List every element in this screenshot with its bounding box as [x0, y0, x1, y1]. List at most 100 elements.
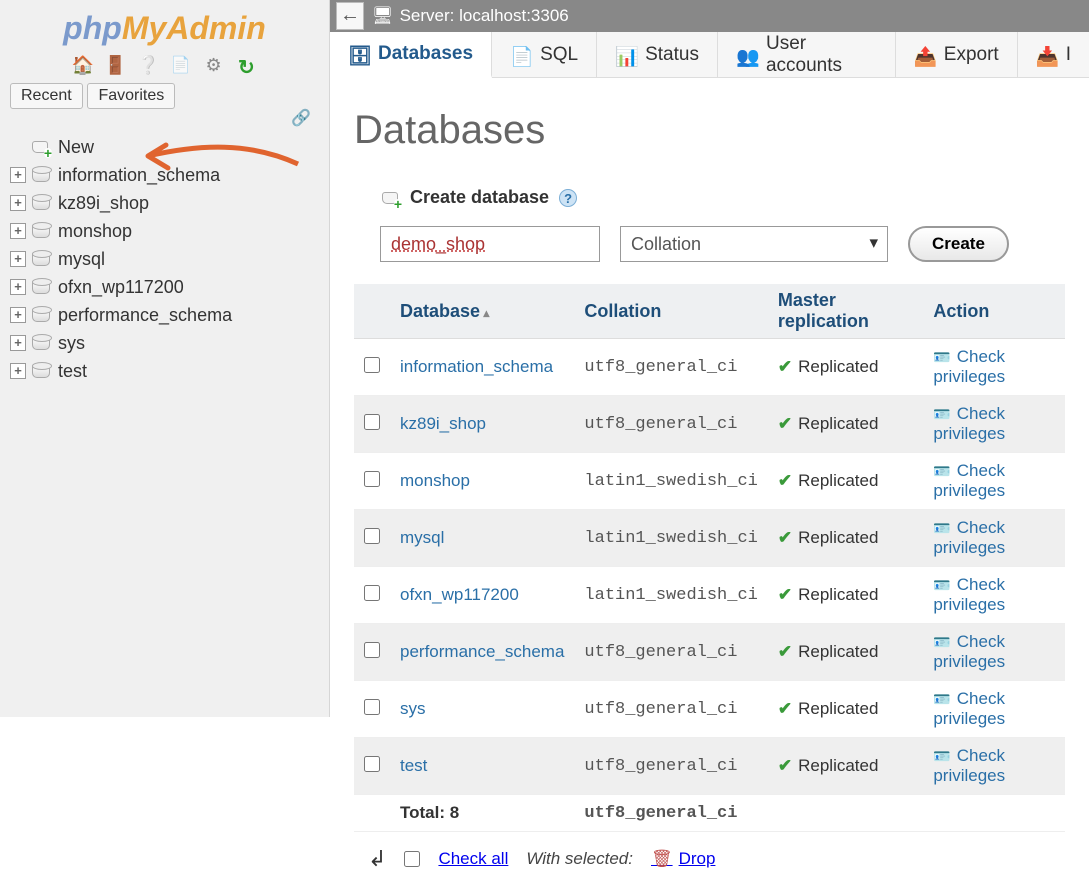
help-icon[interactable]	[137, 55, 159, 77]
check-icon: ✔	[778, 357, 792, 376]
table-row: ofxn_wp117200latin1_swedish_ci✔Replicate…	[354, 567, 1065, 624]
tree-item-label: test	[58, 361, 87, 382]
check-privileges-link[interactable]: Check privileges	[933, 746, 1005, 785]
database-link[interactable]: performance_schema	[400, 642, 564, 661]
tab-sql-label: SQL	[540, 44, 578, 66]
row-replication: ✔Replicated	[768, 567, 923, 624]
privileges-icon	[933, 689, 956, 708]
logo-part1: php	[63, 10, 122, 46]
link-icon[interactable]: 🔗	[291, 108, 311, 128]
expand-icon[interactable]: +	[10, 223, 26, 239]
tree-item[interactable]: + test	[10, 357, 329, 385]
database-link[interactable]: kz89i_shop	[400, 414, 486, 433]
database-icon	[32, 224, 50, 238]
logout-icon[interactable]	[104, 55, 126, 77]
sort-asc-icon	[480, 301, 489, 321]
check-icon: ✔	[778, 471, 792, 490]
help-icon[interactable]: ?	[559, 189, 577, 207]
check-all-link[interactable]: Check all	[438, 849, 508, 869]
table-row: monshoplatin1_swedish_ci✔ReplicatedCheck…	[354, 453, 1065, 510]
tab-sql[interactable]: SQL	[492, 32, 597, 77]
sidebar-tabs: Recent Favorites	[10, 83, 319, 109]
tab-recent[interactable]: Recent	[10, 83, 83, 109]
row-checkbox[interactable]	[364, 471, 380, 487]
database-link[interactable]: monshop	[400, 471, 470, 490]
tree-item[interactable]: +mysql	[10, 245, 329, 273]
tree-item[interactable]: +information_schema	[10, 161, 329, 189]
check-icon: ✔	[778, 642, 792, 661]
new-database-icon	[32, 138, 50, 156]
tree-item[interactable]: +monshop	[10, 217, 329, 245]
tree-item-label: kz89i_shop	[58, 193, 149, 214]
sql-icon	[510, 45, 530, 65]
tree-item[interactable]: +performance_schema	[10, 301, 329, 329]
check-privileges-link[interactable]: Check privileges	[933, 632, 1005, 671]
settings-icon[interactable]	[203, 55, 225, 77]
check-privileges-link[interactable]: Check privileges	[933, 461, 1005, 500]
col-collation[interactable]: Collation	[574, 284, 767, 339]
expand-icon[interactable]: +	[10, 251, 26, 267]
check-privileges-link[interactable]: Check privileges	[933, 347, 1005, 386]
privileges-icon	[933, 632, 956, 651]
tree-new-label: New	[58, 137, 94, 158]
database-link[interactable]: information_schema	[400, 357, 553, 376]
collation-select[interactable]: Collation	[620, 226, 888, 262]
row-checkbox[interactable]	[364, 756, 380, 772]
docs-icon[interactable]	[170, 55, 192, 77]
privileges-icon	[933, 575, 956, 594]
row-checkbox[interactable]	[364, 585, 380, 601]
tab-import[interactable]: I	[1018, 32, 1089, 77]
privileges-icon	[933, 518, 956, 537]
row-checkbox[interactable]	[364, 528, 380, 544]
row-replication: ✔Replicated	[768, 738, 923, 795]
expand-icon[interactable]: +	[10, 279, 26, 295]
expand-icon[interactable]: +	[10, 307, 26, 323]
database-name-input[interactable]	[380, 226, 600, 262]
home-icon[interactable]	[72, 55, 94, 77]
table-footer: ↳ Check all With selected: Drop	[368, 846, 1065, 872]
privileges-icon	[933, 746, 956, 765]
database-link[interactable]: test	[400, 756, 427, 775]
tree-new[interactable]: New	[10, 133, 329, 161]
tree-item[interactable]: +sys	[10, 329, 329, 357]
check-all-checkbox[interactable]	[404, 851, 420, 867]
create-database-heading: Create database ?	[382, 187, 1065, 208]
database-link[interactable]: mysql	[400, 528, 444, 547]
tab-export[interactable]: Export	[896, 32, 1018, 77]
reload-icon[interactable]	[235, 55, 257, 77]
database-link[interactable]: ofxn_wp117200	[400, 585, 519, 604]
expand-icon[interactable]: +	[10, 167, 26, 183]
row-checkbox[interactable]	[364, 699, 380, 715]
row-collation: latin1_swedish_ci	[574, 453, 767, 510]
expand-icon[interactable]: +	[10, 195, 26, 211]
tab-databases[interactable]: Databases	[330, 32, 492, 78]
check-privileges-link[interactable]: Check privileges	[933, 689, 1005, 728]
tab-status[interactable]: Status	[597, 32, 718, 77]
row-checkbox[interactable]	[364, 642, 380, 658]
row-replication: ✔Replicated	[768, 510, 923, 567]
row-checkbox[interactable]	[364, 414, 380, 430]
check-privileges-link[interactable]: Check privileges	[933, 575, 1005, 614]
tree-item[interactable]: + kz89i_shop	[10, 189, 329, 217]
check-privileges-link[interactable]: Check privileges	[933, 404, 1005, 443]
tree-item[interactable]: + ofxn_wp117200	[10, 273, 329, 301]
row-replication: ✔Replicated	[768, 624, 923, 681]
expand-icon[interactable]: +	[10, 335, 26, 351]
back-button[interactable]: ←	[336, 2, 364, 30]
drop-link[interactable]: Drop	[651, 849, 715, 869]
tab-favorites[interactable]: Favorites	[87, 83, 175, 109]
privileges-icon	[933, 404, 956, 423]
col-replication[interactable]: Master replication	[768, 284, 923, 339]
create-button[interactable]: Create	[908, 226, 1009, 262]
check-privileges-link[interactable]: Check privileges	[933, 518, 1005, 557]
tree-item-label: ofxn_wp117200	[58, 277, 184, 298]
expand-icon[interactable]: +	[10, 363, 26, 379]
row-checkbox[interactable]	[364, 357, 380, 373]
tab-user-accounts[interactable]: User accounts	[718, 32, 896, 77]
privileges-icon	[933, 347, 956, 366]
database-icon	[32, 196, 50, 210]
database-link[interactable]: sys	[400, 699, 426, 718]
col-database[interactable]: Database	[390, 284, 574, 339]
tab-import-label: I	[1066, 44, 1071, 66]
row-collation: utf8_general_ci	[574, 681, 767, 738]
